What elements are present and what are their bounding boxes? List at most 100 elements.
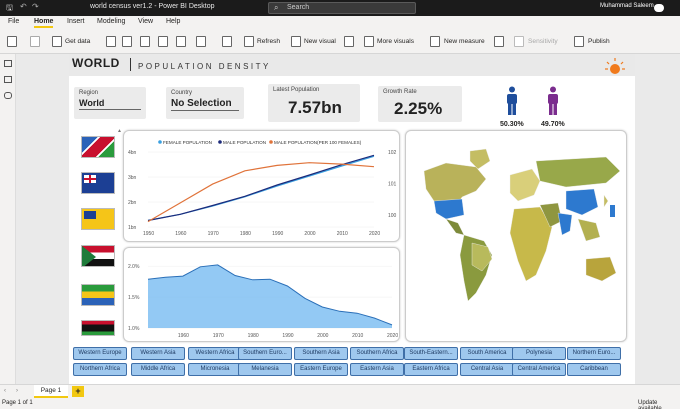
world-map[interactable] bbox=[406, 131, 628, 343]
series-line[interactable] bbox=[147, 162, 375, 223]
region-button[interactable]: Polynesia bbox=[512, 347, 566, 360]
map-greenland bbox=[469, 148, 491, 170]
add-page-button[interactable]: + bbox=[72, 386, 84, 397]
region-button[interactable]: Northern Africa bbox=[73, 363, 127, 376]
undo-icon[interactable]: ↶ bbox=[20, 2, 27, 11]
y-tick-label: 1.5% bbox=[128, 295, 140, 301]
new-visual-icon[interactable] bbox=[291, 36, 301, 47]
more-visuals-button[interactable]: More visuals bbox=[377, 38, 414, 45]
y-tick-label: 1.0% bbox=[128, 326, 140, 332]
female-icon bbox=[548, 86, 558, 115]
transform-icon[interactable] bbox=[222, 36, 232, 47]
publish-icon[interactable] bbox=[574, 36, 584, 47]
enter-data-icon[interactable] bbox=[158, 36, 168, 47]
region-button[interactable]: Melanesia bbox=[238, 363, 292, 376]
x-tick-label: 1960 bbox=[178, 333, 189, 339]
map-india bbox=[557, 212, 573, 236]
series-line[interactable] bbox=[147, 155, 375, 221]
publish-button[interactable]: Publish bbox=[588, 38, 610, 45]
region-button[interactable]: Middle Africa bbox=[131, 363, 185, 376]
region-button[interactable]: South America bbox=[460, 347, 514, 360]
tab-page-1[interactable]: Page 1 bbox=[34, 385, 68, 398]
new-measure-icon[interactable] bbox=[430, 36, 440, 47]
region-button[interactable]: Southern Africa bbox=[350, 347, 404, 360]
get-data-button[interactable]: Get data bbox=[65, 38, 90, 45]
flag-namibia[interactable] bbox=[81, 136, 115, 158]
menu-insert[interactable]: Insert bbox=[67, 18, 85, 25]
flag-gabon[interactable] bbox=[81, 284, 115, 306]
region-button[interactable]: Eastern Asia bbox=[350, 363, 404, 376]
flag-turks-caicos[interactable] bbox=[81, 172, 115, 194]
region-button[interactable]: Southern Asia bbox=[294, 347, 348, 360]
x-tick-label: 2020 bbox=[387, 333, 398, 339]
model-view-icon[interactable] bbox=[4, 92, 12, 99]
region-button[interactable]: Western Africa bbox=[188, 347, 242, 360]
x-tick-label: 2000 bbox=[304, 231, 315, 237]
quick-measure-icon[interactable] bbox=[494, 36, 504, 47]
menu-view[interactable]: View bbox=[138, 18, 153, 25]
region-card[interactable]: Region World bbox=[74, 87, 146, 119]
menu-file[interactable]: File bbox=[8, 18, 19, 25]
male-percentage: 50.30% bbox=[500, 121, 524, 128]
country-card[interactable]: Country No Selection bbox=[166, 87, 244, 119]
sun-logo-icon bbox=[605, 58, 625, 74]
paste-icon[interactable] bbox=[7, 36, 17, 47]
report-view-icon[interactable] bbox=[4, 60, 12, 67]
region-button[interactable]: Central Asia bbox=[460, 363, 514, 376]
x-tick-label: 2010 bbox=[352, 333, 363, 339]
region-button[interactable]: Central America bbox=[512, 363, 566, 376]
sql-icon[interactable] bbox=[140, 36, 150, 47]
search-box[interactable]: ⌕ Search bbox=[268, 2, 416, 14]
update-available[interactable]: Update available bbox=[638, 400, 680, 409]
dataverse-icon[interactable] bbox=[176, 36, 186, 47]
region-button[interactable]: Eastern Africa bbox=[404, 363, 458, 376]
y2-tick-label: 101 bbox=[388, 182, 397, 188]
scroll-up-icon[interactable]: ▲ bbox=[117, 128, 122, 134]
get-data-icon[interactable] bbox=[52, 36, 62, 47]
growth-area[interactable] bbox=[148, 264, 392, 328]
region-button[interactable]: South-Eastern... bbox=[404, 347, 458, 360]
y-tick-label: 4bn bbox=[128, 150, 137, 156]
region-button[interactable]: Eastern Europe bbox=[294, 363, 348, 376]
search-icon: ⌕ bbox=[274, 3, 279, 12]
new-visual-button[interactable]: New visual bbox=[304, 38, 336, 45]
hub-icon[interactable] bbox=[122, 36, 132, 47]
toggle-icon[interactable] bbox=[654, 4, 664, 12]
user-name[interactable]: Muhammad Saleem bbox=[600, 3, 654, 9]
tab-scroll-right-icon[interactable]: › bbox=[16, 388, 18, 394]
line-chart-legend: FEMALE POPULATION MALE POPULATION MALE P… bbox=[158, 140, 362, 145]
refresh-icon[interactable] bbox=[244, 36, 254, 47]
report-subtitle: POPULATION DENSITY bbox=[138, 62, 271, 71]
recent-sources-icon[interactable] bbox=[196, 36, 206, 47]
data-view-icon[interactable] bbox=[4, 76, 12, 83]
tab-scroll-left-icon[interactable]: ‹ bbox=[4, 388, 6, 394]
textbox-icon[interactable] bbox=[344, 36, 354, 47]
region-button[interactable]: Northern Euro... bbox=[567, 347, 621, 360]
region-button[interactable]: Caribbean bbox=[567, 363, 621, 376]
flag-libya[interactable] bbox=[81, 320, 115, 336]
window-title: world census ver1.2 - Power BI Desktop bbox=[90, 3, 215, 10]
menu-home[interactable]: Home bbox=[34, 18, 54, 28]
region-value: World bbox=[79, 98, 105, 108]
ribbon: Get data Refresh New visual More visuals… bbox=[0, 30, 680, 54]
region-button[interactable]: Western Europe bbox=[73, 347, 127, 360]
region-button[interactable]: Western Asia bbox=[131, 347, 185, 360]
world-map-panel bbox=[405, 130, 627, 342]
refresh-button[interactable]: Refresh bbox=[257, 38, 280, 45]
page-count: Page 1 of 1 bbox=[2, 400, 33, 406]
series-line[interactable] bbox=[147, 154, 375, 222]
menu-bar: File Home Insert Modeling View Help bbox=[0, 16, 680, 30]
more-visuals-icon[interactable] bbox=[364, 36, 374, 47]
flag-sudan[interactable] bbox=[81, 245, 115, 267]
menu-help[interactable]: Help bbox=[166, 18, 180, 25]
new-measure-button[interactable]: New measure bbox=[444, 38, 485, 45]
menu-modeling[interactable]: Modeling bbox=[97, 18, 125, 25]
redo-icon[interactable]: ↷ bbox=[32, 2, 39, 11]
flag-niue[interactable] bbox=[81, 208, 115, 230]
save-icon[interactable]: 🖫 bbox=[6, 2, 13, 16]
region-button[interactable]: Southern Euro... bbox=[238, 347, 292, 360]
growth-rate-card: Growth Rate 2.25% bbox=[378, 86, 462, 122]
region-button[interactable]: Micronesia bbox=[188, 363, 242, 376]
format-painter-icon[interactable] bbox=[30, 36, 40, 47]
excel-icon[interactable] bbox=[106, 36, 116, 47]
